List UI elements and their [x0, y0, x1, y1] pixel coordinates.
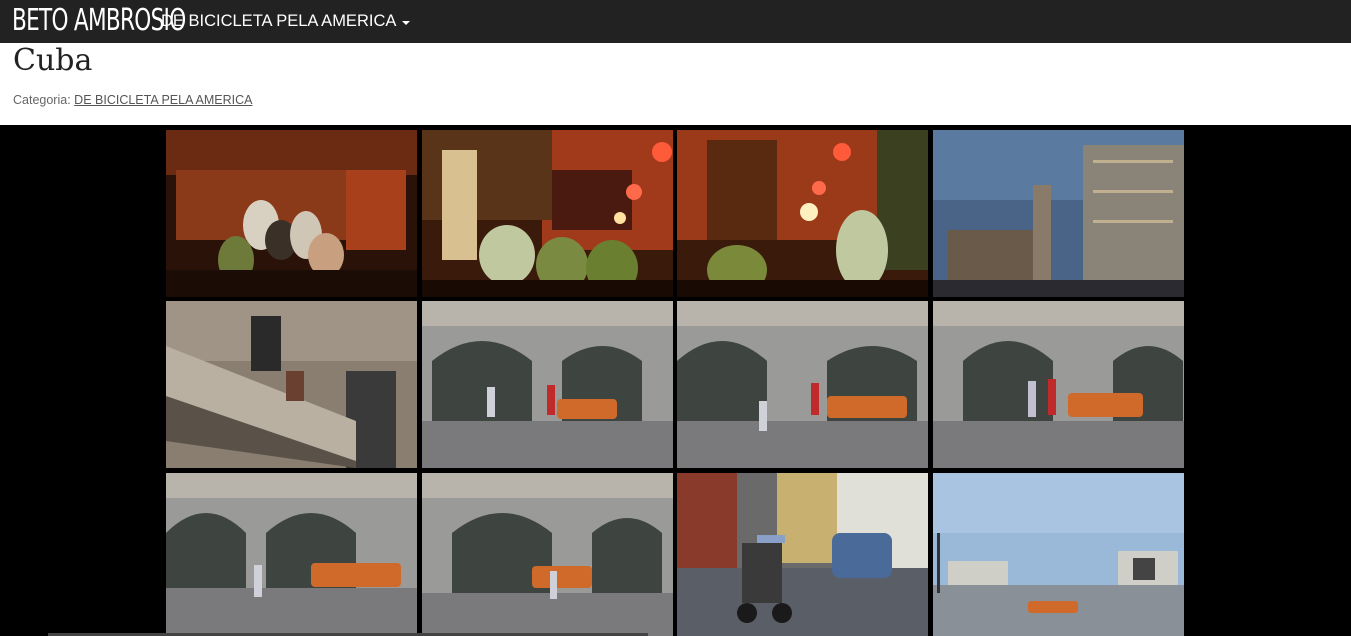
photo-gallery: [166, 130, 1184, 636]
page-title: Cuba: [13, 43, 93, 78]
caret-down-icon: [402, 20, 411, 25]
site-brand-logo[interactable]: BETO AMBROSIO: [12, 2, 186, 40]
post-header: Cuba Categoria: DE BICICLETA PELA AMERIC…: [0, 43, 1351, 125]
gallery-photo-4[interactable]: [933, 130, 1184, 297]
gallery-photo-12[interactable]: [933, 473, 1184, 636]
gallery-photo-1[interactable]: [166, 130, 417, 297]
top-navbar: BETO AMBROSIO DE BICICLETA PELA AMERICA: [0, 0, 1351, 43]
gallery-photo-7[interactable]: [677, 301, 928, 468]
category-prefix: Categoria:: [13, 93, 71, 107]
category-line: Categoria: DE BICICLETA PELA AMERICA: [13, 93, 252, 107]
gallery-photo-9[interactable]: [166, 473, 417, 636]
category-link[interactable]: DE BICICLETA PELA AMERICA: [74, 93, 252, 107]
gallery-photo-5[interactable]: [166, 301, 417, 468]
nav-dropdown-label: DE BICICLETA PELA AMERICA: [161, 12, 397, 30]
gallery-photo-11[interactable]: [677, 473, 928, 636]
gallery-photo-10[interactable]: [422, 473, 673, 636]
gallery-photo-2[interactable]: [422, 130, 673, 297]
gallery-photo-3[interactable]: [677, 130, 928, 297]
gallery-photo-8[interactable]: [933, 301, 1184, 468]
gallery-photo-6[interactable]: [422, 301, 673, 468]
nav-dropdown-menu[interactable]: DE BICICLETA PELA AMERICA: [161, 0, 411, 43]
